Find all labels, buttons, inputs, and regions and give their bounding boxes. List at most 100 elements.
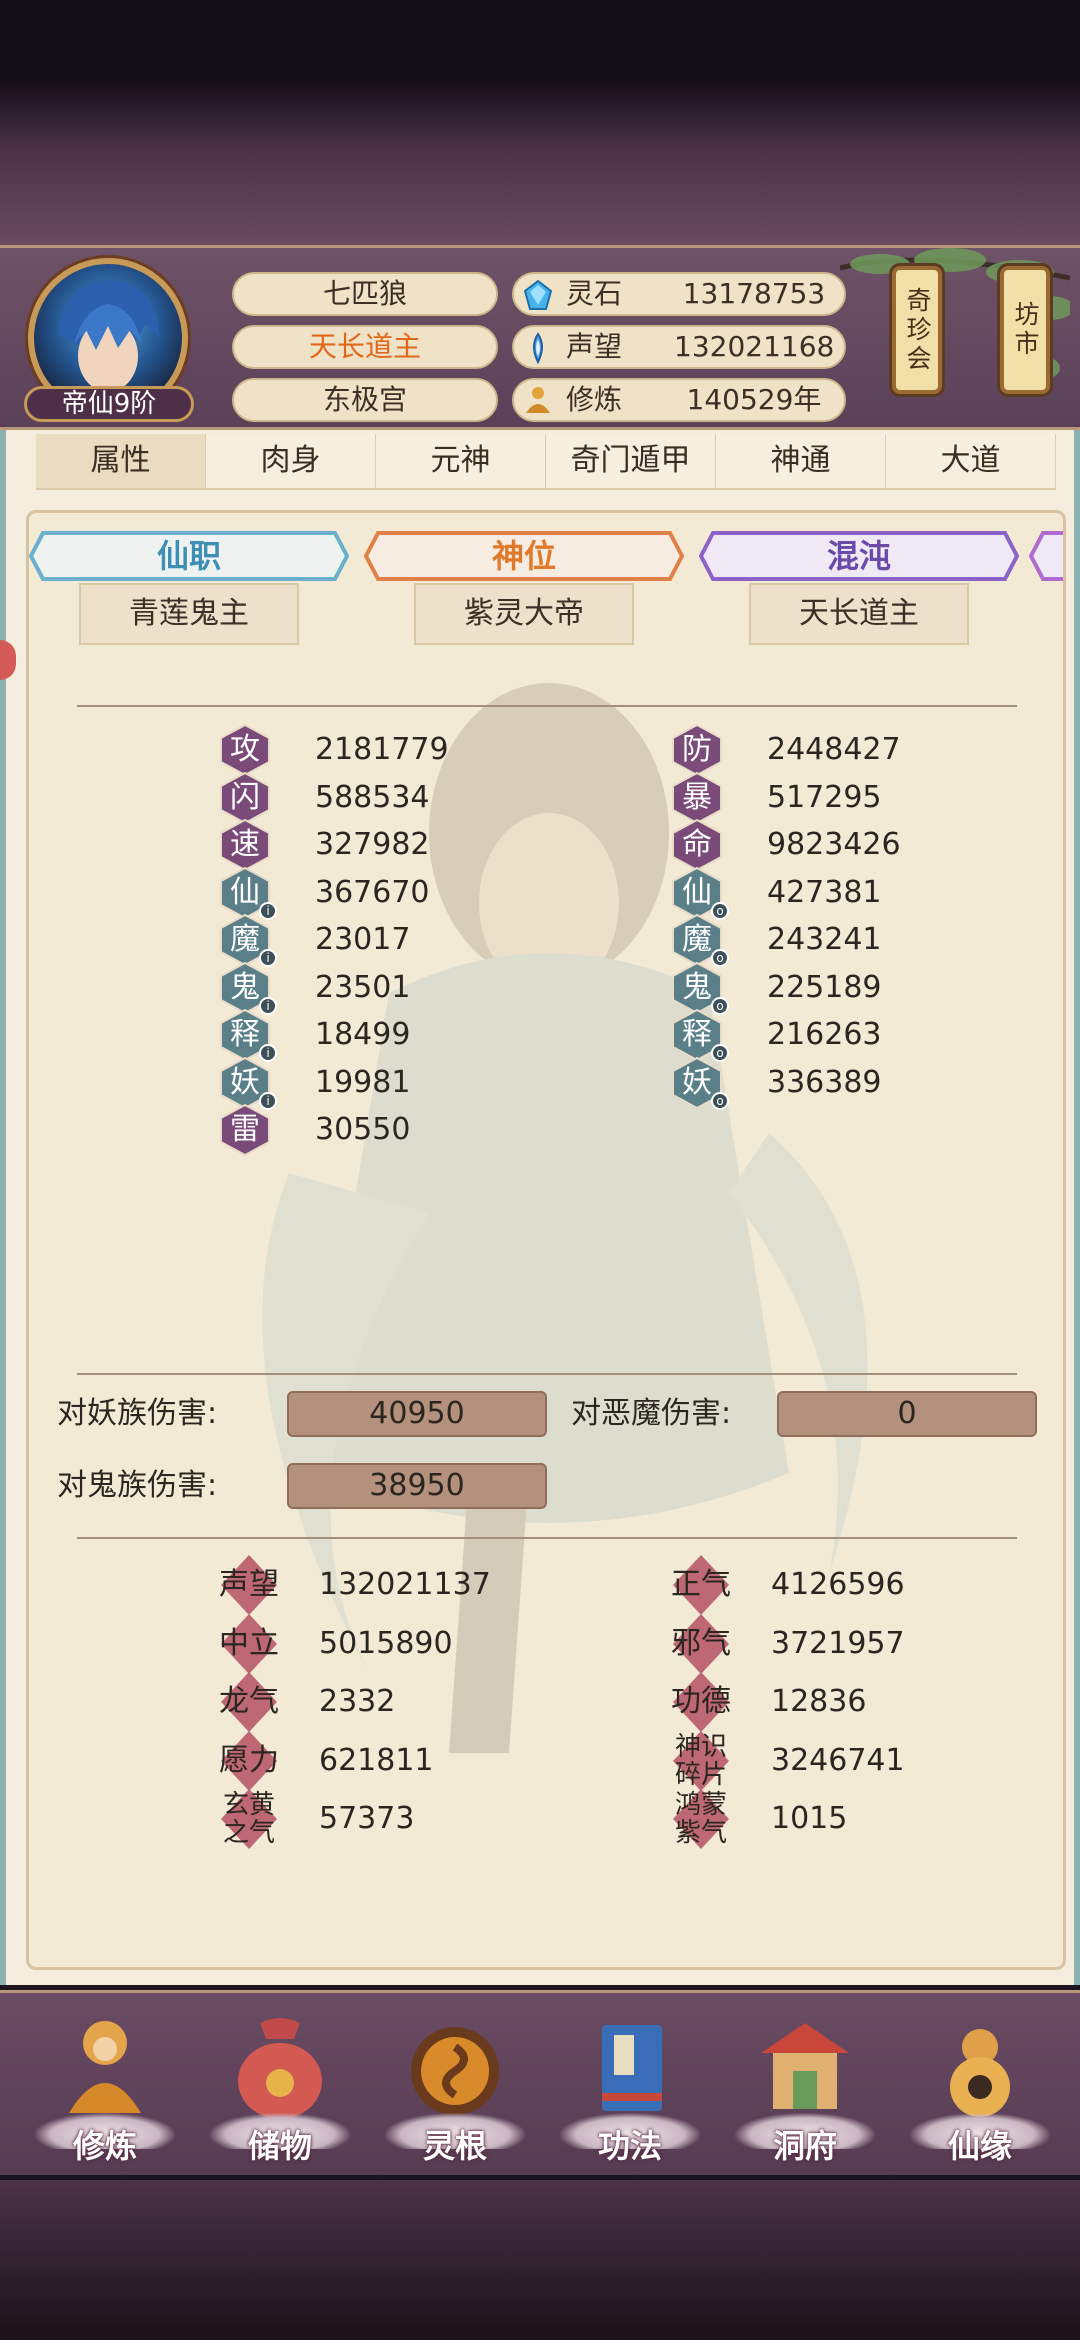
stat-value: 2448427 xyxy=(767,732,901,767)
stat-row[interactable]: 命 9823426 xyxy=(669,818,969,872)
stat-row[interactable]: 释 o 216263 xyxy=(669,1008,969,1062)
stat-glyph: 闪 xyxy=(230,779,260,815)
stat-row[interactable]: 暴 517295 xyxy=(669,771,969,825)
nav-fate[interactable]: 仙缘 xyxy=(910,2013,1050,2173)
stat-row[interactable]: 防 2448427 xyxy=(669,723,969,777)
nav-cave-dwelling[interactable]: 洞府 xyxy=(735,2013,875,2173)
attribute-row[interactable]: 龙气 2332 xyxy=(219,1670,639,1734)
attribute-value: 57373 xyxy=(319,1801,415,1837)
stat-row[interactable]: 妖 o 336389 xyxy=(669,1056,969,1110)
stat-glyph: 命 xyxy=(682,827,712,862)
reputation-value: 132021168 xyxy=(674,330,835,363)
player-name: 七匹狼 xyxy=(232,272,498,316)
attribute-name: 愿力 xyxy=(219,1742,279,1778)
attribute-row[interactable]: 正气 4126596 xyxy=(671,1553,1063,1617)
gourd-icon xyxy=(950,2029,1010,2117)
tab-abilities[interactable]: 神通 xyxy=(716,434,886,488)
attribute-row[interactable]: 鸿蒙 紫气 1015 xyxy=(671,1787,1063,1851)
attribute-row[interactable]: 功德 12836 xyxy=(671,1670,1063,1734)
stat-row[interactable]: 释 i 18499 xyxy=(217,1008,517,1062)
stat-value: 18499 xyxy=(315,1017,411,1052)
reputation-label: 声望 xyxy=(566,330,623,363)
pavilion-icon xyxy=(761,2023,849,2109)
stat-row[interactable]: 速 327982 xyxy=(217,818,517,872)
treasure-auction-button[interactable]: 奇珍会 xyxy=(892,266,942,394)
nav-techniques-label: 功法 xyxy=(597,2127,662,2165)
attribute-row[interactable]: 愿力 621811 xyxy=(219,1729,639,1793)
attribute-row[interactable]: 声望 132021137 xyxy=(219,1553,639,1617)
title-immortal-post[interactable]: 仙职 青莲鬼主 xyxy=(29,531,349,661)
cultivation-counter: 修炼 140529年 xyxy=(512,378,846,422)
cultivation-icon xyxy=(526,387,550,413)
stat-value: 2181779 xyxy=(315,732,449,767)
tab-body[interactable]: 肉身 xyxy=(206,434,376,488)
scripture-book-icon xyxy=(602,2025,662,2111)
stat-row[interactable]: 妖 i 19981 xyxy=(217,1056,517,1110)
stat-row[interactable]: 仙 i 367670 xyxy=(217,866,517,920)
bottom-navigation: 修炼 储物 灵根 功法 洞府 仙缘 xyxy=(0,1990,1080,2175)
attribute-row[interactable]: 玄黄 之气 57373 xyxy=(219,1787,639,1851)
stat-glyph: 攻 xyxy=(230,732,260,767)
spirit-stone-label: 灵石 xyxy=(566,277,623,310)
title-chaos[interactable]: 混沌 天长道主 xyxy=(699,531,1019,661)
tab-qimen[interactable]: 奇门遁甲 xyxy=(546,434,716,488)
stat-glyph: 防 xyxy=(682,732,712,767)
player-sect: 东极宫 xyxy=(232,378,498,422)
stat-glyph: 速 xyxy=(230,827,260,862)
spirit-stone-value: 13178753 xyxy=(682,277,826,310)
attribute-row[interactable]: 邪气 3721957 xyxy=(671,1612,1063,1676)
stat-row[interactable]: 魔 i 23017 xyxy=(217,913,517,967)
divine-rank-value: 紫灵大帝 xyxy=(414,583,634,645)
nav-cultivate-label: 修炼 xyxy=(72,2127,137,2165)
attribute-row[interactable]: 神识 碎片 3246741 xyxy=(671,1729,1063,1793)
stat-glyph: 暴 xyxy=(682,779,712,815)
stat-row[interactable]: 攻 2181779 xyxy=(217,723,517,777)
stat-value: 23501 xyxy=(315,969,411,1005)
player-title: 天长道主 xyxy=(232,325,498,369)
attribute-value: 3246741 xyxy=(771,1742,905,1778)
stat-row[interactable]: 闪 588534 xyxy=(217,771,517,825)
damage-vs-devil-value: 0 xyxy=(777,1391,1037,1437)
nav-cultivate[interactable]: 修炼 xyxy=(35,2013,175,2173)
tab-bar: 属性 肉身 元神 奇门遁甲 神通 大道 xyxy=(36,434,1056,490)
nav-techniques[interactable]: 功法 xyxy=(560,2013,700,2173)
stat-value: 216263 xyxy=(767,1017,882,1052)
stat-row[interactable]: 雷 30550 xyxy=(217,1103,517,1157)
tab-dao[interactable]: 大道 xyxy=(886,434,1056,488)
attribute-name: 鸿蒙 紫气 xyxy=(674,1790,727,1849)
stat-glyph: 雷 xyxy=(230,1112,260,1147)
next-title-banner-edge xyxy=(1029,531,1063,581)
stat-row[interactable]: 鬼 i 23501 xyxy=(217,961,517,1015)
stat-value: 19981 xyxy=(315,1064,411,1100)
stat-row[interactable]: 仙 o 427381 xyxy=(669,866,969,920)
stat-value: 9823426 xyxy=(767,827,901,862)
divine-rank-label: 神位 xyxy=(491,537,556,575)
market-button[interactable]: 坊市 xyxy=(1000,266,1050,394)
stat-value: 588534 xyxy=(315,779,430,815)
nav-fate-label: 仙缘 xyxy=(947,2127,1012,2165)
chaos-label: 混沌 xyxy=(826,537,891,575)
bottom-background xyxy=(0,2180,1080,2340)
attribute-value: 5015890 xyxy=(319,1625,453,1661)
attribute-row[interactable]: 中立 5015890 xyxy=(219,1612,639,1676)
chaos-value: 天长道主 xyxy=(749,583,969,645)
character-header: 帝仙9阶 七匹狼 天长道主 东极宫 灵石 13178753 声望 1320211… xyxy=(0,245,1080,430)
stat-value: 23017 xyxy=(315,922,411,957)
attribute-value: 1015 xyxy=(771,1801,848,1837)
stat-badge-icon: o xyxy=(711,1091,729,1110)
treasure-bag-icon xyxy=(238,2018,322,2119)
nav-storage-label: 储物 xyxy=(247,2127,312,2165)
stat-row[interactable]: 魔 o 243241 xyxy=(669,913,969,967)
tab-spirit[interactable]: 元神 xyxy=(376,434,546,488)
cultivation-value: 140529年 xyxy=(686,383,822,416)
title-divine-rank[interactable]: 神位 紫灵大帝 xyxy=(364,531,684,661)
attribute-name: 玄黄 之气 xyxy=(222,1790,275,1849)
stat-row[interactable]: 鬼 o 225189 xyxy=(669,961,969,1015)
stats-card: 仙职 青莲鬼主 神位 紫灵大帝 混沌 天长道主 攻 2181779 闪 588534 速… xyxy=(26,510,1066,1970)
nav-storage[interactable]: 储物 xyxy=(210,2013,350,2173)
nav-spirit-root[interactable]: 灵根 xyxy=(385,2013,525,2173)
tab-attributes[interactable]: 属性 xyxy=(36,434,206,488)
immortal-post-label: 仙职 xyxy=(156,537,221,575)
attribute-name: 中立 xyxy=(219,1625,279,1661)
attribute-value: 3721957 xyxy=(771,1625,905,1661)
